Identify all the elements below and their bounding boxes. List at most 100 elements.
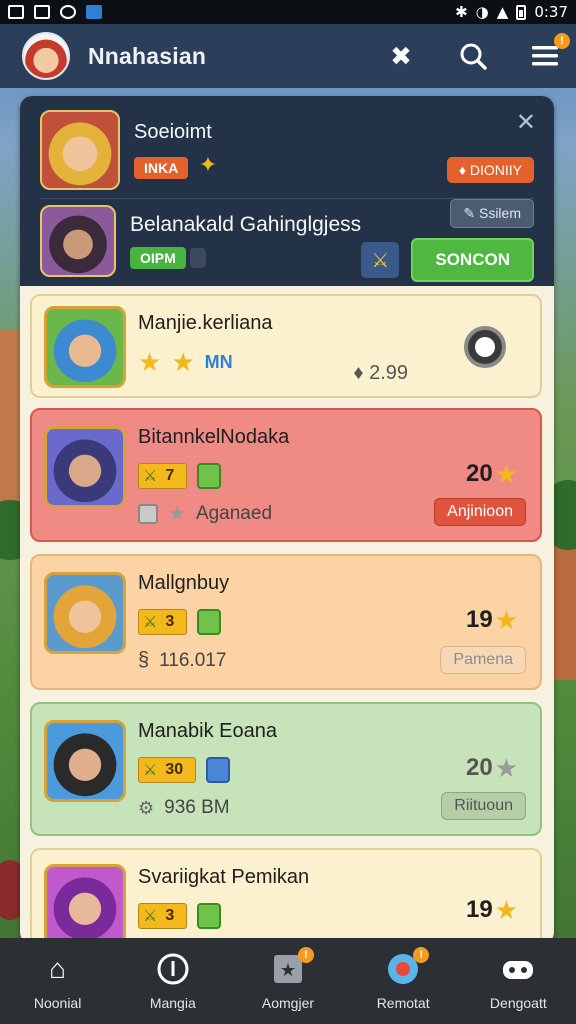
- class-icon: [197, 463, 222, 489]
- notification-badge: !: [554, 33, 570, 49]
- nav-label: Noonial: [33, 995, 82, 1011]
- info-circle-icon: [155, 951, 191, 987]
- bluetooth-icon: ✱: [455, 3, 468, 21]
- score-value: 20: [465, 754, 493, 781]
- star-icon: ★: [494, 895, 518, 925]
- class-icon: [197, 609, 222, 635]
- close-icon[interactable]: ✕: [516, 108, 536, 137]
- nav-item-info[interactable]: Mangia: [123, 951, 223, 1011]
- checkbox-icon[interactable]: [138, 504, 158, 524]
- badge-icon: ★: [168, 503, 186, 525]
- level-value: 3: [165, 907, 175, 924]
- app-notification-icon: [86, 5, 102, 19]
- sword-icon: ⚔: [143, 468, 158, 485]
- nav-item-remote[interactable]: ! Remotat: [353, 947, 453, 1011]
- list-item[interactable]: Manjie.kerliana ★ ★ MN ♦ 2.99: [30, 294, 542, 398]
- value-text: 116.017: [159, 649, 227, 671]
- action-button[interactable]: SONCON: [411, 238, 534, 282]
- card-title: Mallgnbuy: [138, 572, 230, 594]
- hero-portrait: [44, 864, 126, 944]
- player-name: Belanakald Gahinglgjess: [130, 212, 362, 236]
- level-badge: ⚔ 30: [138, 757, 197, 783]
- nav-item-home[interactable]: ⌂ Noonial: [8, 951, 108, 1011]
- list-item[interactable]: BitannkelNodaka ⚔ 7 ★ Aganaed 20 ★ Anjinio…: [30, 408, 542, 542]
- gear-icon: ⚙: [138, 797, 155, 818]
- avatar[interactable]: [22, 32, 70, 80]
- player-name: Soeioimt: [134, 121, 212, 144]
- rank-badge[interactable]: ♦ DIONIIY: [446, 157, 534, 183]
- card-title: Svariigkat Pemikan: [138, 866, 310, 888]
- level-value: 7: [165, 467, 175, 484]
- hero-portrait: [40, 204, 116, 277]
- hero-portrait: [44, 306, 126, 388]
- level-value: 3: [165, 613, 175, 630]
- level-badge: ⚔ 7: [138, 463, 188, 489]
- signal-icon: ▲: [496, 3, 509, 21]
- image-icon: [34, 5, 50, 19]
- player-status: OIPM: [130, 246, 186, 269]
- card-action-button[interactable]: Anjinioon: [434, 498, 526, 526]
- wifi-icon: ◑: [475, 3, 489, 21]
- list-item[interactable]: Mallgnbuy ⚔ 3 § 116.017 19 ★ Pamena: [30, 554, 542, 690]
- battery-icon: [516, 4, 527, 20]
- currency-icon: §: [138, 649, 150, 671]
- nav-label: Mangia: [149, 995, 196, 1011]
- card-title: BitannkelNodaka: [138, 426, 290, 448]
- score: 19 ★: [466, 606, 518, 634]
- gallery-icon: [8, 5, 24, 19]
- star-icon: ★: [494, 605, 518, 635]
- app-title: Nnahasian: [88, 42, 207, 69]
- class-icon: [197, 903, 222, 929]
- card-action-button[interactable]: Pamena: [440, 646, 526, 674]
- notification-badge: !: [413, 947, 430, 963]
- star-icon: ★: [138, 347, 162, 377]
- bottom-navigation: ⌂ Noonial Mangia ★ ! Aomgjer ! Remotat D…: [0, 938, 576, 1024]
- status-bar: ✱ ◑ ▲ 0:37: [0, 0, 576, 24]
- star-box-icon: ★ !: [270, 947, 314, 987]
- panel-header: ✕ Soeioimt INKA ✦ ♦ DIONIIY Belanakald G…: [20, 96, 554, 286]
- card-title: Manabik Eoana: [138, 720, 277, 742]
- level-badge: ⚔ 3: [138, 609, 188, 635]
- list-item[interactable]: Svariigkat Pemikan ⚔ 3 19 ★: [30, 848, 542, 944]
- card-action-button[interactable]: Riituoun: [441, 792, 526, 820]
- menu-icon[interactable]: !: [530, 33, 570, 71]
- star-icon: ★: [494, 459, 518, 489]
- nav-label: Dengoatt: [489, 995, 547, 1011]
- sword-icon: ⚔: [143, 762, 158, 779]
- sword-icon: ⚔: [143, 614, 158, 631]
- star-icon: ✦: [198, 152, 218, 178]
- value-text: 936 BM: [164, 797, 230, 818]
- nav-item-achievements[interactable]: ★ ! Aomgjer: [238, 947, 338, 1011]
- player-row: Soeioimt INKA ✦ ♦ DIONIIY: [40, 106, 534, 194]
- notification-badge: !: [297, 947, 314, 963]
- status-indicator: [190, 247, 207, 268]
- card-tag: MN: [204, 351, 233, 372]
- score-value: 20: [465, 460, 493, 487]
- score: 20 ★: [466, 754, 518, 782]
- hero-portrait: [40, 110, 120, 190]
- level-value: 30: [165, 761, 184, 778]
- list-item[interactable]: Manabik Eoana ⚔ 30 ⚙ 936 BM 20 ★ Riituoun: [30, 702, 542, 836]
- circle-icon: [60, 5, 76, 19]
- search-icon[interactable]: [458, 41, 488, 71]
- select-toggle[interactable]: [464, 326, 506, 368]
- star-icon: ★: [171, 347, 195, 377]
- player-row: Belanakald Gahinglgjess OIPM ✎ Ssilem ⚔ …: [40, 198, 534, 282]
- tools-icon[interactable]: ✖: [386, 41, 416, 71]
- app-bar: Nnahasian ✖ !: [0, 24, 576, 88]
- player-panel: ✕ Soeioimt INKA ✦ ♦ DIONIIY Belanakald G…: [20, 96, 554, 944]
- star-icon: ★: [494, 753, 518, 783]
- price-label: ♦ 2.99: [353, 362, 408, 384]
- sword-icon: ⚔: [143, 908, 158, 925]
- svg-text:★: ★: [280, 960, 296, 981]
- hero-portrait: [44, 426, 126, 508]
- swords-icon[interactable]: ⚔: [361, 242, 400, 278]
- score: 20 ★: [466, 460, 518, 488]
- nav-label: Aomgjer: [261, 995, 315, 1011]
- nav-item-games[interactable]: Dengoatt: [468, 951, 568, 1011]
- edit-badge[interactable]: ✎ Ssilem: [450, 199, 534, 228]
- level-badge: ⚔ 3: [138, 903, 188, 929]
- score-value: 19: [465, 896, 493, 923]
- nav-label: Remotat: [376, 995, 430, 1011]
- player-tag: INKA: [134, 156, 189, 179]
